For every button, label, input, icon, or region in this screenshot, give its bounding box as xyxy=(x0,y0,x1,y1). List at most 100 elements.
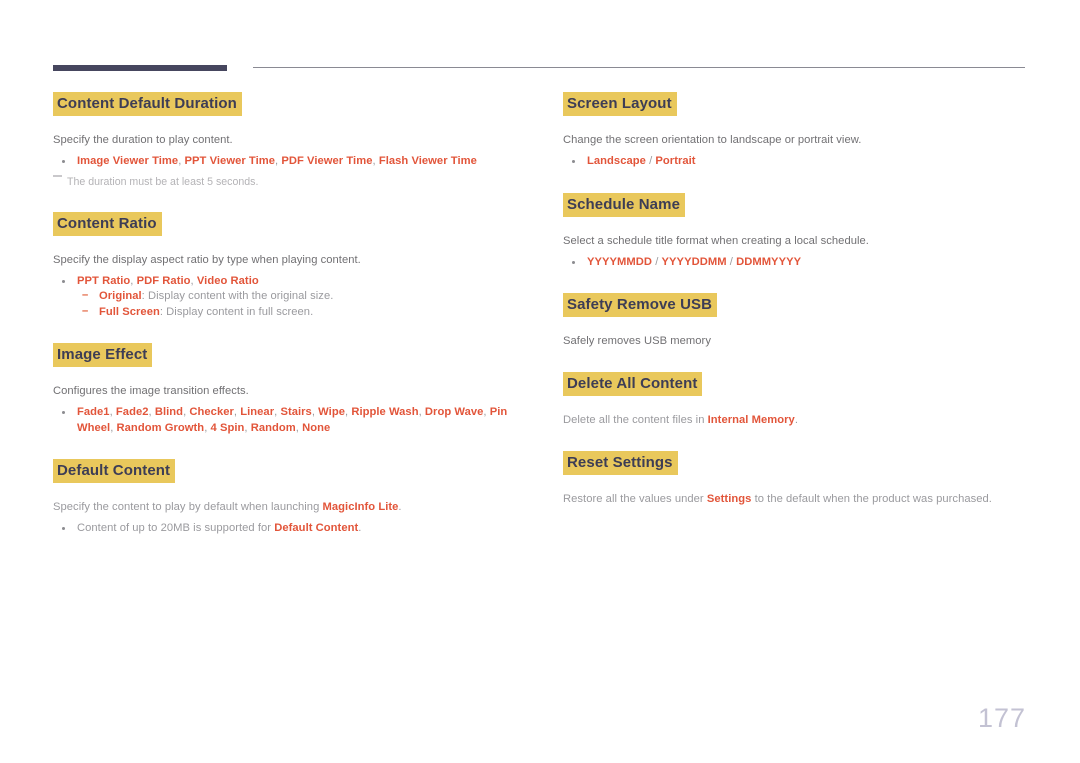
sub-bullet-item: – Original: Display content with the orig… xyxy=(77,289,513,305)
text-run: to the default when the product was purc… xyxy=(751,493,992,505)
heading-gap xyxy=(53,236,513,253)
bullet-item: PPT Ratio, PDF Ratio, Video Ratio xyxy=(53,274,513,290)
keyword-term: Original xyxy=(99,290,142,302)
section-description: Specify the duration to play content. xyxy=(53,134,233,146)
text-run: . xyxy=(398,501,402,513)
heading-gap xyxy=(53,116,513,133)
bullet-list: Landscape / Portrait xyxy=(563,154,1033,170)
keyword-term: None xyxy=(302,421,331,434)
section-description: Safely removes USB memory xyxy=(563,335,711,347)
keyword-term: PDF Ratio xyxy=(136,274,191,287)
right-column: Screen Layout Change the screen orientati… xyxy=(563,92,1033,530)
keyword-term: PPT Ratio xyxy=(77,274,131,287)
keyword-term: Random xyxy=(250,421,296,434)
heading-gap xyxy=(53,483,513,500)
manual-page: Content Default Duration Specify the dura… xyxy=(0,0,1080,763)
section-heading: Reset Settings xyxy=(563,451,1033,475)
left-column: Content Default Duration Specify the dura… xyxy=(53,92,513,560)
section-description: Specify the content to play by default w… xyxy=(53,500,513,515)
dash-marker-icon: – xyxy=(82,304,89,317)
keyword-term: Flash Viewer Time xyxy=(378,155,477,167)
manual-section: Content Ratio Specify the display aspect … xyxy=(53,211,513,344)
section-heading: Schedule Name xyxy=(563,192,1033,217)
bullet-dot-icon xyxy=(62,160,65,163)
keyword-term: Image Viewer Time xyxy=(77,155,179,167)
keyword-term: 4 Spin xyxy=(210,421,245,434)
section-heading: Content Default Duration xyxy=(53,92,513,116)
dash-marker-icon: – xyxy=(82,289,89,301)
keyword-term: Fade1 xyxy=(77,406,110,418)
keyword-term: Portrait xyxy=(655,155,696,167)
text-run: / xyxy=(652,255,662,268)
keyword-term: Landscape xyxy=(587,155,646,167)
section-description: Change the screen orientation to landsca… xyxy=(563,134,862,146)
keyword-term: Full Screen xyxy=(99,305,160,318)
keyword-term: Internal Memory xyxy=(707,414,795,426)
bullet-item: Image Viewer Time, PPT Viewer Time, PDF … xyxy=(53,154,513,170)
bullet-list: YYYYMMDD / YYYYDDMM / DDMMYYYY xyxy=(563,255,1033,271)
section-heading: Safety Remove USB xyxy=(563,293,1033,317)
bullet-list: Image Viewer Time, PPT Viewer Time, PDF … xyxy=(53,154,513,170)
keyword-term: PPT Viewer Time xyxy=(184,155,276,167)
section-heading: Default Content xyxy=(53,459,513,483)
text-run: : Display content in full screen. xyxy=(159,305,314,318)
keyword-term: Linear xyxy=(240,406,275,418)
note-text: The duration must be at least 5 seconds. xyxy=(67,175,259,188)
section-heading-highlight: Schedule Name xyxy=(563,192,686,217)
manual-section: Delete All Content Delete all the content… xyxy=(563,372,1033,451)
text-run: Restore all the values under xyxy=(563,493,707,505)
sub-bullet-container: – Original: Display content with the orig… xyxy=(53,289,513,320)
section-description: Configures the image transition effects. xyxy=(53,385,249,397)
section-heading-highlight: Default Content xyxy=(53,459,176,483)
note-dash-icon xyxy=(53,174,62,177)
text-run: / xyxy=(645,155,656,167)
keyword-term: Random Growth xyxy=(116,421,205,434)
section-description: Delete all the content files in Internal… xyxy=(563,413,1033,428)
heading-gap xyxy=(563,317,1033,334)
manual-section: Default Content Specify the content to pl… xyxy=(53,459,513,560)
text-run: : Display content with the original size… xyxy=(141,290,334,302)
keyword-term: Fade2 xyxy=(115,406,149,418)
section-heading: Delete All Content xyxy=(563,372,1033,396)
manual-section: Screen Layout Change the screen orientati… xyxy=(563,92,1033,193)
keyword-term: DDMMYYYY xyxy=(736,255,802,268)
keyword-term: Ripple Wash xyxy=(351,406,419,418)
bullet-item: Content of up to 20MB is supported for D… xyxy=(53,521,513,537)
section-heading: Screen Layout xyxy=(563,92,1033,116)
keyword-term: YYYYMMDD xyxy=(587,255,653,268)
section-heading-highlight: Reset Settings xyxy=(563,451,678,475)
sub-bullet-item: – Full Screen: Display content in full sc… xyxy=(77,305,513,321)
section-heading-highlight: Delete All Content xyxy=(563,372,703,396)
keyword-term: YYYYDDMM xyxy=(661,255,727,268)
text-run: Specify the content to play by default w… xyxy=(53,501,323,513)
text-run: / xyxy=(726,255,737,268)
keyword-term: Wipe xyxy=(318,406,345,418)
bullet-list: PPT Ratio, PDF Ratio, Video Ratio – Origin… xyxy=(53,274,513,321)
manual-section: Reset Settings Restore all the values und… xyxy=(563,451,1033,530)
section-heading-highlight: Image Effect xyxy=(53,343,153,367)
section-heading-highlight: Safety Remove USB xyxy=(563,293,718,317)
manual-section: Safety Remove USB Safely removes USB memo… xyxy=(563,293,1033,372)
keyword-term: PDF Viewer Time xyxy=(281,155,373,167)
bullet-list: Fade1, Fade2, Blind, Checker, Linear, St… xyxy=(53,405,513,436)
keyword-term: Default Content xyxy=(274,522,359,534)
bullet-item: Fade1, Fade2, Blind, Checker, Linear, St… xyxy=(53,405,513,436)
heading-gap xyxy=(563,116,1033,133)
section-note: The duration must be at least 5 seconds. xyxy=(53,174,513,189)
keyword-term: Video Ratio xyxy=(196,274,259,287)
section-heading-highlight: Content Default Duration xyxy=(53,92,242,116)
keyword-term: Blind xyxy=(154,406,184,418)
section-description: Restore all the values under Settings to… xyxy=(563,492,1033,507)
text-run: Delete all the content files in xyxy=(563,414,708,426)
heading-gap xyxy=(563,217,1033,234)
section-heading-highlight: Content Ratio xyxy=(53,211,162,236)
bullet-item: Landscape / Portrait xyxy=(563,154,1033,170)
manual-section: Content Default Duration Specify the dura… xyxy=(53,92,513,212)
